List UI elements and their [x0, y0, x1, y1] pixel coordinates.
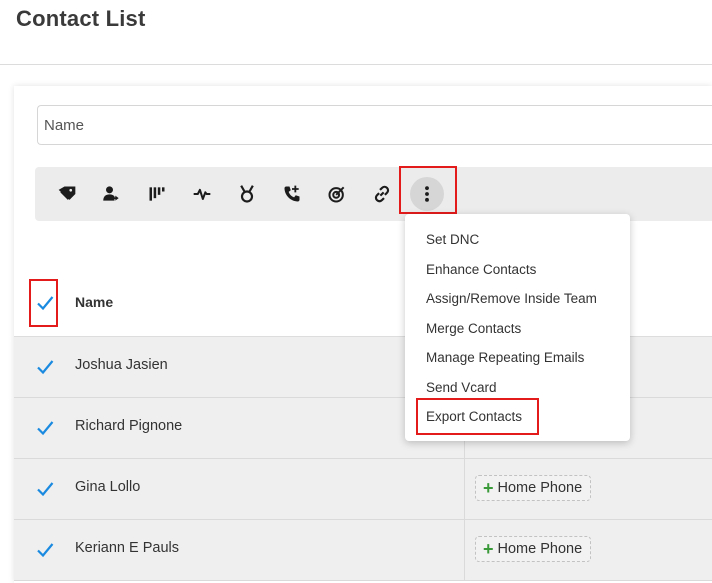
menu-item-set-dnc[interactable]: Set DNC [426, 232, 479, 247]
name-search-input[interactable] [37, 105, 712, 145]
tag-icon[interactable] [52, 179, 82, 209]
more-vertical-icon[interactable] [410, 177, 444, 211]
contact-name[interactable]: Keriann E Pauls [75, 540, 179, 556]
menu-item-send-vcard[interactable]: Send Vcard [426, 380, 497, 395]
phone-label: Home Phone [497, 480, 583, 496]
bulk-action-toolbar [35, 167, 712, 221]
select-all-checkbox[interactable] [36, 294, 54, 312]
menu-item-enhance-contacts[interactable]: Enhance Contacts [426, 262, 536, 277]
plus-icon: + [483, 478, 494, 498]
call-icon[interactable] [277, 179, 307, 209]
add-home-phone-button[interactable]: + Home Phone [475, 536, 592, 562]
menu-item-assign-remove-inside-team[interactable]: Assign/Remove Inside Team [426, 291, 597, 306]
contact-name[interactable]: Gina Lollo [75, 479, 140, 495]
target-icon[interactable] [322, 179, 352, 209]
plus-icon: + [483, 539, 494, 559]
header-divider [0, 64, 712, 65]
contact-name[interactable]: Richard Pignone [75, 418, 182, 434]
row-checkbox[interactable] [36, 480, 54, 498]
assign-user-icon[interactable] [97, 179, 127, 209]
menu-item-merge-contacts[interactable]: Merge Contacts [426, 321, 521, 336]
name-column-header[interactable]: Name [75, 294, 113, 310]
row-checkbox[interactable] [36, 419, 54, 437]
cell-divider [464, 520, 465, 580]
row-checkbox[interactable] [36, 541, 54, 559]
menu-item-manage-repeating-emails[interactable]: Manage Repeating Emails [426, 350, 584, 365]
activity-icon[interactable] [187, 179, 217, 209]
table-row[interactable]: Keriann E Pauls + Home Phone [14, 520, 712, 581]
contact-name[interactable]: Joshua Jasien [75, 357, 168, 373]
cell-divider [464, 459, 465, 519]
table-row[interactable]: Gina Lollo + Home Phone [14, 459, 712, 520]
more-actions-menu: Set DNC Enhance Contacts Assign/Remove I… [405, 214, 630, 441]
add-home-phone-button[interactable]: + Home Phone [475, 475, 592, 501]
page-title: Contact List [16, 6, 146, 31]
pipeline-icon[interactable] [142, 179, 172, 209]
row-checkbox[interactable] [36, 358, 54, 376]
award-icon[interactable] [232, 179, 262, 209]
link-icon[interactable] [367, 179, 397, 209]
phone-label: Home Phone [497, 541, 583, 557]
menu-item-export-contacts[interactable]: Export Contacts [426, 409, 522, 424]
